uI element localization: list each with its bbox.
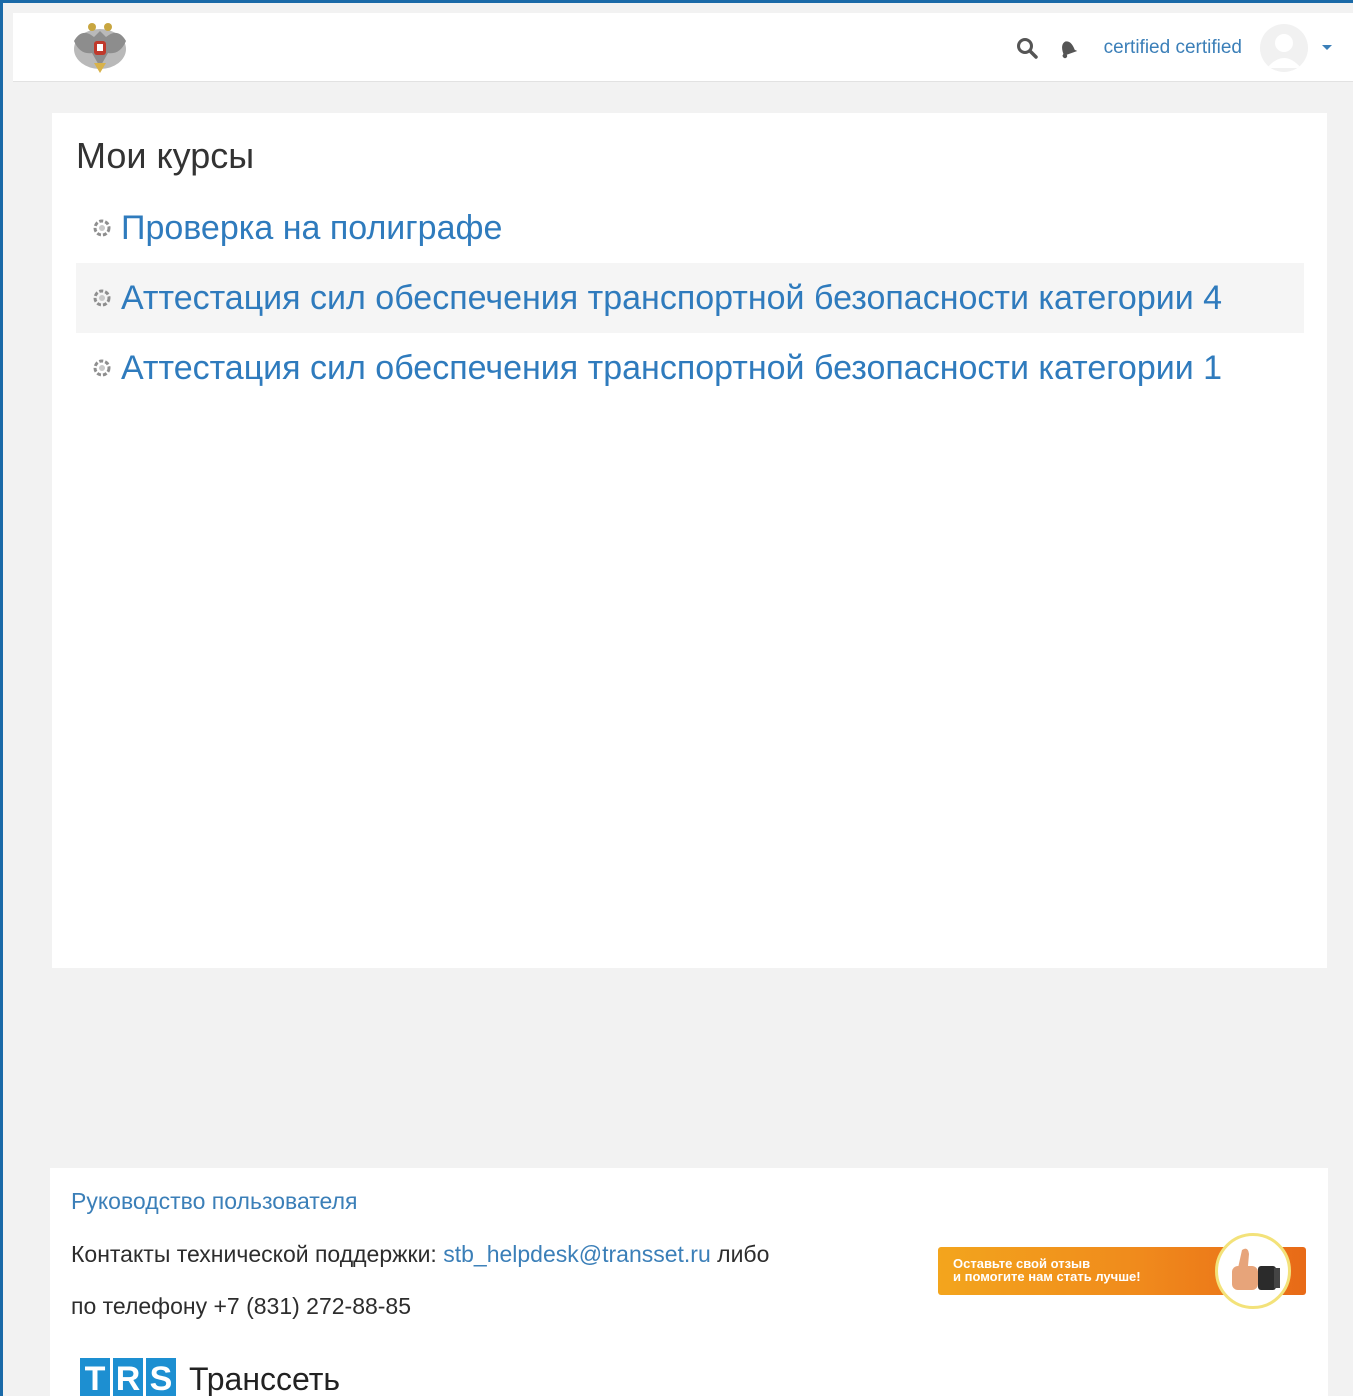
transset-logo: T R S Транссеть	[80, 1358, 340, 1396]
course-gear-icon	[92, 358, 112, 378]
browser-window: certified certified Мои курсы Проверка н…	[0, 0, 1353, 1396]
course-gear-icon	[92, 218, 112, 238]
brand-name: Транссеть	[189, 1360, 341, 1396]
support-suffix: либо	[710, 1241, 770, 1267]
course-link-category-4[interactable]: Аттестация сил обеспечения транспортной …	[121, 279, 1222, 318]
course-link-category-1[interactable]: Аттестация сил обеспечения транспортной …	[121, 349, 1222, 388]
page-footer: Руководство пользователя Контакты технич…	[50, 1168, 1328, 1396]
course-list-item: Аттестация сил обеспечения транспортной …	[76, 333, 1304, 403]
feedback-line-2: и помогите нам стать лучше!	[953, 1269, 1141, 1284]
course-link-polygraph[interactable]: Проверка на полиграфе	[121, 209, 502, 248]
search-icon[interactable]	[1014, 35, 1040, 61]
bell-icon[interactable]	[1054, 35, 1080, 61]
navbar-actions: certified certified	[1014, 13, 1353, 82]
support-contacts: Контакты технической поддержки: stb_help…	[71, 1241, 769, 1268]
my-courses-block: Мои курсы Проверка на полиграфе Аттестац…	[52, 113, 1327, 968]
page-title: Мои курсы	[76, 135, 255, 176]
user-avatar-icon[interactable]	[1260, 23, 1308, 72]
course-gear-icon	[92, 288, 112, 308]
brand-letter: R	[113, 1358, 143, 1396]
user-guide-link[interactable]: Руководство пользователя	[71, 1188, 357, 1215]
top-navbar: certified certified	[13, 13, 1353, 82]
course-list-item: Аттестация сил обеспечения транспортной …	[76, 263, 1304, 333]
caret-down-icon[interactable]	[1322, 45, 1332, 50]
feedback-banner[interactable]: Оставьте свой отзыв и помогите нам стать…	[938, 1233, 1308, 1313]
user-menu-name[interactable]: certified certified	[1104, 37, 1242, 59]
brand-letter: S	[146, 1358, 176, 1396]
brand-letter: T	[80, 1358, 110, 1396]
course-list-item: Проверка на полиграфе	[76, 193, 1304, 263]
support-prefix: Контакты технической поддержки:	[71, 1241, 444, 1267]
eagle-emblem-icon[interactable]	[70, 19, 130, 77]
support-phone: по телефону +7 (831) 272-88-85	[71, 1293, 412, 1319]
course-list: Проверка на полиграфе Аттестация сил обе…	[76, 193, 1304, 403]
support-email-link[interactable]: stb_helpdesk@transset.ru	[443, 1241, 711, 1267]
thumbs-up-icon	[1215, 1233, 1291, 1309]
feedback-banner-text: Оставьте свой отзыв и помогите нам стать…	[953, 1257, 1141, 1283]
